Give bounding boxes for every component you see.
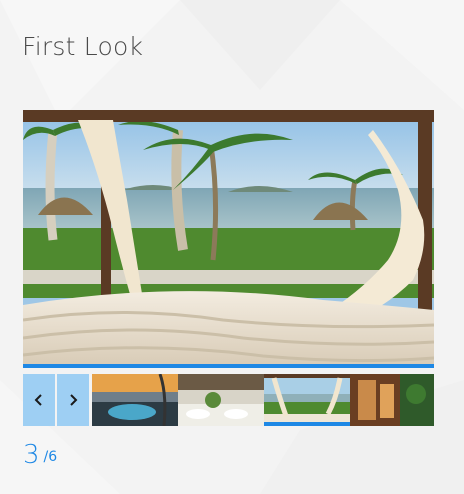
page-indicator: 3/6: [23, 440, 57, 470]
total-pages: /6: [43, 449, 58, 465]
next-button[interactable]: [57, 374, 89, 426]
gallery-title: First Look: [22, 32, 144, 61]
main-photo: [23, 110, 434, 367]
previous-button[interactable]: [23, 374, 55, 426]
thumb-jacuzzi-sunset[interactable]: [92, 374, 178, 426]
chevron-right-icon: [70, 394, 78, 406]
photo-progress-bar: [23, 364, 434, 368]
current-page: 3: [23, 440, 40, 470]
thumb-dining-room[interactable]: [178, 374, 264, 426]
thumb-wooden-lounge[interactable]: [350, 374, 434, 426]
chevron-left-icon: [34, 394, 42, 406]
thumbnail-strip: [92, 374, 434, 426]
thumb-beach-cabana[interactable]: [264, 374, 350, 426]
